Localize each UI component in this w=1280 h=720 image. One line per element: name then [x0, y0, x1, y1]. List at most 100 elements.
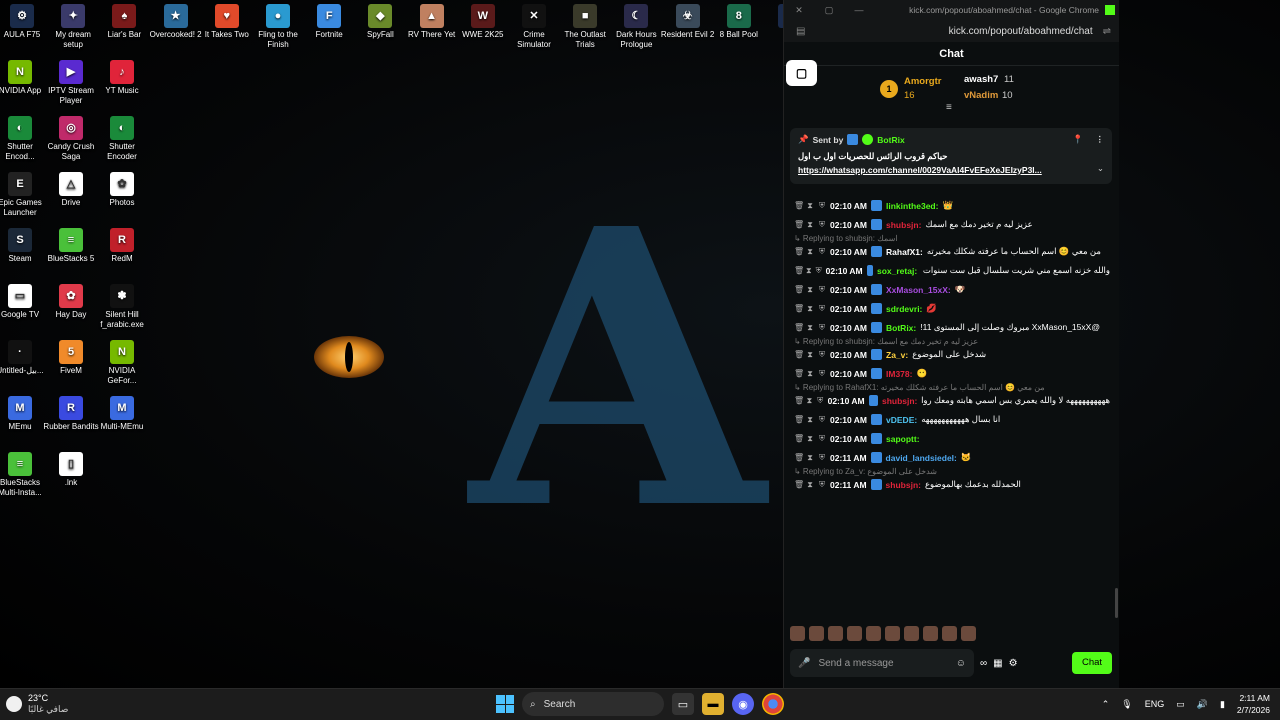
- ban-icon[interactable]: ⛨: [816, 266, 822, 276]
- message-username[interactable]: shubsjn:: [886, 480, 921, 490]
- ban-icon[interactable]: ⛨: [818, 480, 826, 490]
- reply-context[interactable]: ↳ Replying to shubsjn: اسمك: [794, 234, 1110, 243]
- chevron-down-icon[interactable]: ⌄: [1097, 163, 1104, 174]
- chevron-up-icon[interactable]: ⌃: [1102, 699, 1110, 710]
- desktop-icon[interactable]: 8 8 Ball Pool: [711, 4, 767, 40]
- message-username[interactable]: RahafX1:: [886, 247, 923, 257]
- gift-icon[interactable]: ▦: [993, 658, 1002, 669]
- message-username[interactable]: sox_retaj:: [877, 266, 917, 276]
- chat-message[interactable]: 🗑 ⧗ ⛨ 02:10 AM sapoptt:: [794, 433, 1110, 444]
- chat-message[interactable]: 🗑 ⧗ ⛨ 02:10 AM linkinthe3ed: 👑: [794, 200, 1110, 211]
- reply-context[interactable]: ↳ Replying to shubsjn: عزيز ليه م تخير د…: [794, 337, 1110, 346]
- chat-message[interactable]: 🗑 ⧗ ⛨ 02:10 AM RahafX1: من معي 😊 اسم الحساب م…: [794, 246, 1110, 257]
- chat-scrollbar[interactable]: [1115, 588, 1118, 618]
- delete-icon[interactable]: 🗑: [794, 453, 804, 462]
- ban-icon[interactable]: ⛨: [818, 201, 826, 211]
- emote-icon[interactable]: [923, 626, 938, 641]
- ban-icon[interactable]: ⛨: [818, 304, 826, 314]
- ban-icon[interactable]: ⛨: [818, 434, 826, 444]
- chat-input[interactable]: 🎤 Send a message ☺: [790, 649, 974, 677]
- delete-icon[interactable]: 🗑: [794, 480, 804, 489]
- leader-2-name[interactable]: awash7: [964, 74, 998, 85]
- chat-message[interactable]: 🗑 ⧗ ⛨ 02:10 AM XxMason_15xX: 🐶: [794, 284, 1110, 295]
- timeout-icon[interactable]: ⧗: [806, 266, 812, 276]
- taskbar-search[interactable]: ⌕ Search: [522, 692, 664, 716]
- desktop-icon[interactable]: ✿ Hay Day: [43, 284, 99, 320]
- desktop-icon[interactable]: ● Fling to the Finish: [250, 4, 306, 50]
- delete-icon[interactable]: 🗑: [794, 369, 804, 378]
- chat-message[interactable]: 🗑 ⧗ ⛨ 02:10 AM BotRix: @XxMason_15xX مبروك وص…: [794, 322, 1110, 333]
- desktop-icon[interactable]: ▲ RV There Yet: [404, 4, 460, 40]
- chat-message[interactable]: 🗑 ⧗ ⛨ 02:10 AM Za_v: شدخل على الموضوع: [794, 349, 1110, 360]
- emote-icon[interactable]: [866, 626, 881, 641]
- desktop-icon[interactable]: ☣ Resident Evil 2: [660, 4, 716, 40]
- chat-message[interactable]: 🗑 ⧗ ⛨ 02:11 AM david_landsiedel: 🐱: [794, 452, 1110, 463]
- emote-icon[interactable]: [961, 626, 976, 641]
- chat-message[interactable]: 🗑 ⧗ ⛨ 02:10 AM sdrdevri: 💋: [794, 303, 1110, 314]
- timeout-icon[interactable]: ⧗: [806, 220, 814, 230]
- desktop-icon[interactable]: N NVIDIA GeFor...: [94, 340, 150, 386]
- timeout-icon[interactable]: ⧗: [806, 396, 813, 406]
- infinity-icon[interactable]: ∞: [980, 658, 987, 669]
- emote-icon[interactable]: [790, 626, 805, 641]
- ban-icon[interactable]: ⛨: [818, 453, 826, 463]
- reply-context[interactable]: ↳ Replying to RahafX1: من معي 😊 اسم الحس…: [794, 383, 1110, 392]
- desktop-icon[interactable]: F Fortnite: [301, 4, 357, 40]
- address-url[interactable]: kick.com/popout/aboahmed/chat: [949, 26, 1093, 37]
- delete-icon[interactable]: 🗑: [794, 396, 804, 405]
- message-username[interactable]: BotRix:: [886, 323, 916, 333]
- message-username[interactable]: sapoptt:: [886, 434, 920, 444]
- timeout-icon[interactable]: ⧗: [806, 434, 814, 444]
- desktop-icon[interactable]: ☾ Dark Hours Prologue: [608, 4, 664, 50]
- delete-icon[interactable]: 🗑: [794, 434, 804, 443]
- ban-icon[interactable]: ⛨: [818, 247, 826, 257]
- ban-icon[interactable]: ⛨: [818, 369, 826, 379]
- emote-icon[interactable]: [828, 626, 843, 641]
- delete-icon[interactable]: 🗑: [794, 266, 804, 275]
- desktop-icon[interactable]: ✽ Silent Hill f_arabic.exe: [94, 284, 150, 330]
- timeout-icon[interactable]: ⧗: [806, 247, 814, 257]
- desktop-icon[interactable]: ♥ It Takes Two: [199, 4, 255, 40]
- delete-icon[interactable]: 🗑: [794, 304, 804, 313]
- desktop-icon[interactable]: ≡ BlueStacks Multi-Insta...: [0, 452, 48, 498]
- chat-message[interactable]: 🗑 ⧗ ⛨ 02:10 AM IM378: 😶: [794, 368, 1110, 379]
- desktop-icon[interactable]: ✿ Photos: [94, 172, 150, 208]
- timeout-icon[interactable]: ⧗: [806, 201, 814, 211]
- emote-icon[interactable]: [942, 626, 957, 641]
- desktop-icon[interactable]: ◐ Shutter Encoder: [94, 116, 150, 162]
- timeout-icon[interactable]: ⧗: [806, 415, 814, 425]
- desktop-icon[interactable]: ♪ YT Music: [94, 60, 150, 96]
- delete-icon[interactable]: 🗑: [794, 323, 804, 332]
- desktop-icon[interactable]: · Untitled-بيل...: [0, 340, 48, 376]
- emote-icon[interactable]: [809, 626, 824, 641]
- timeout-icon[interactable]: ⧗: [806, 453, 814, 463]
- pinned-sender[interactable]: BotRix: [877, 135, 904, 145]
- emoji-icon[interactable]: ☺: [956, 658, 966, 669]
- timeout-icon[interactable]: ⧗: [806, 369, 814, 379]
- clock[interactable]: 2:11 AM 2/7/2026: [1237, 692, 1270, 716]
- network-icon[interactable]: ▭: [1176, 699, 1185, 710]
- leader-1-name[interactable]: Amorgtr: [904, 76, 941, 87]
- delete-icon[interactable]: 🗑: [794, 285, 804, 294]
- ban-icon[interactable]: ⛨: [817, 396, 824, 406]
- message-username[interactable]: linkinthe3ed:: [886, 201, 938, 211]
- desktop-icon[interactable]: ▯ .lnk: [43, 452, 99, 488]
- desktop-icon[interactable]: ≡ BlueStacks 5: [43, 228, 99, 264]
- desktop-icon[interactable]: M MEmu: [0, 396, 48, 432]
- desktop-icon[interactable]: ■ The Outlast Trials: [557, 4, 613, 50]
- desktop-icon[interactable]: ⚙ AULA F75: [0, 4, 50, 40]
- message-username[interactable]: david_landsiedel:: [886, 453, 957, 463]
- message-username[interactable]: sdrdevri:: [886, 304, 922, 314]
- desktop-icon[interactable]: △ Drive: [43, 172, 99, 208]
- chat-input-placeholder[interactable]: Send a message: [818, 658, 947, 669]
- collapse-icon[interactable]: ≡: [946, 102, 952, 113]
- battery-icon[interactable]: ▮: [1220, 699, 1225, 710]
- send-chat-button[interactable]: Chat: [1072, 652, 1112, 674]
- desktop-icon[interactable]: ✕ Crime Simulator: [506, 4, 562, 50]
- delete-icon[interactable]: 🗑: [794, 201, 804, 210]
- delete-icon[interactable]: 🗑: [794, 247, 804, 256]
- close-icon[interactable]: ✕: [784, 5, 814, 16]
- more-options-icon[interactable]: ⋮: [1096, 134, 1105, 145]
- microphone-icon[interactable]: 🎤: [798, 658, 810, 669]
- reply-context[interactable]: ↳ Replying to Za_v: شدخل على الموضوع: [794, 467, 1110, 476]
